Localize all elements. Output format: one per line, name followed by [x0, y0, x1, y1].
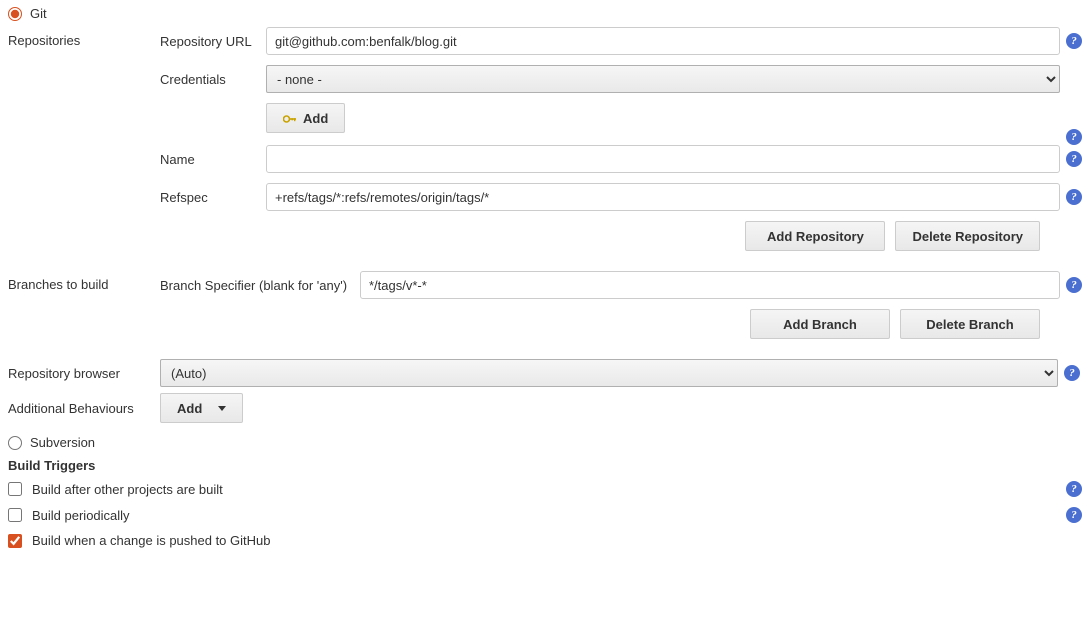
- add-behaviour-label: Add: [177, 401, 202, 416]
- repositories-section-label: Repositories: [8, 27, 160, 48]
- trigger-periodically-label: Build periodically: [32, 508, 1056, 523]
- add-credentials-button[interactable]: Add: [266, 103, 345, 133]
- repository-url-label: Repository URL: [160, 34, 260, 49]
- repo-name-label: Name: [160, 152, 260, 167]
- branch-specifier-label: Branch Specifier (blank for 'any'): [160, 278, 354, 293]
- help-icon[interactable]: ?: [1066, 507, 1082, 523]
- refspec-input[interactable]: [266, 183, 1060, 211]
- credentials-select[interactable]: - none -: [266, 65, 1060, 93]
- help-icon[interactable]: ?: [1066, 129, 1082, 145]
- credentials-label: Credentials: [160, 72, 260, 87]
- branch-specifier-input[interactable]: [360, 271, 1060, 299]
- chevron-down-icon: [218, 406, 226, 411]
- help-icon[interactable]: ?: [1066, 277, 1082, 293]
- delete-branch-button[interactable]: Delete Branch: [900, 309, 1040, 339]
- trigger-github-push-label: Build when a change is pushed to GitHub: [32, 533, 1082, 548]
- refspec-label: Refspec: [160, 190, 260, 205]
- add-repository-button[interactable]: Add Repository: [745, 221, 885, 251]
- trigger-after-projects-label: Build after other projects are built: [32, 482, 1056, 497]
- help-icon[interactable]: ?: [1064, 365, 1080, 381]
- scm-git-label: Git: [30, 6, 47, 21]
- branches-section-label: Branches to build: [8, 271, 160, 292]
- repo-name-input[interactable]: [266, 145, 1060, 173]
- scm-svn-label: Subversion: [30, 435, 95, 450]
- help-icon[interactable]: ?: [1066, 33, 1082, 49]
- add-behaviour-button[interactable]: Add: [160, 393, 243, 423]
- scm-svn-radio[interactable]: [8, 436, 22, 450]
- scm-git-radio[interactable]: [8, 7, 22, 21]
- key-icon: [283, 114, 297, 122]
- trigger-after-projects-checkbox[interactable]: [8, 482, 22, 496]
- help-icon[interactable]: ?: [1066, 151, 1082, 167]
- add-branch-button[interactable]: Add Branch: [750, 309, 890, 339]
- add-credentials-label: Add: [303, 111, 328, 126]
- repository-url-input[interactable]: [266, 27, 1060, 55]
- delete-repository-button[interactable]: Delete Repository: [895, 221, 1040, 251]
- additional-behaviours-label: Additional Behaviours: [8, 401, 160, 416]
- help-icon[interactable]: ?: [1066, 189, 1082, 205]
- repo-browser-select[interactable]: (Auto): [160, 359, 1058, 387]
- repo-browser-label: Repository browser: [8, 366, 160, 381]
- trigger-periodically-checkbox[interactable]: [8, 508, 22, 522]
- trigger-github-push-checkbox[interactable]: [8, 534, 22, 548]
- build-triggers-header: Build Triggers: [8, 458, 1082, 473]
- help-icon[interactable]: ?: [1066, 481, 1082, 497]
